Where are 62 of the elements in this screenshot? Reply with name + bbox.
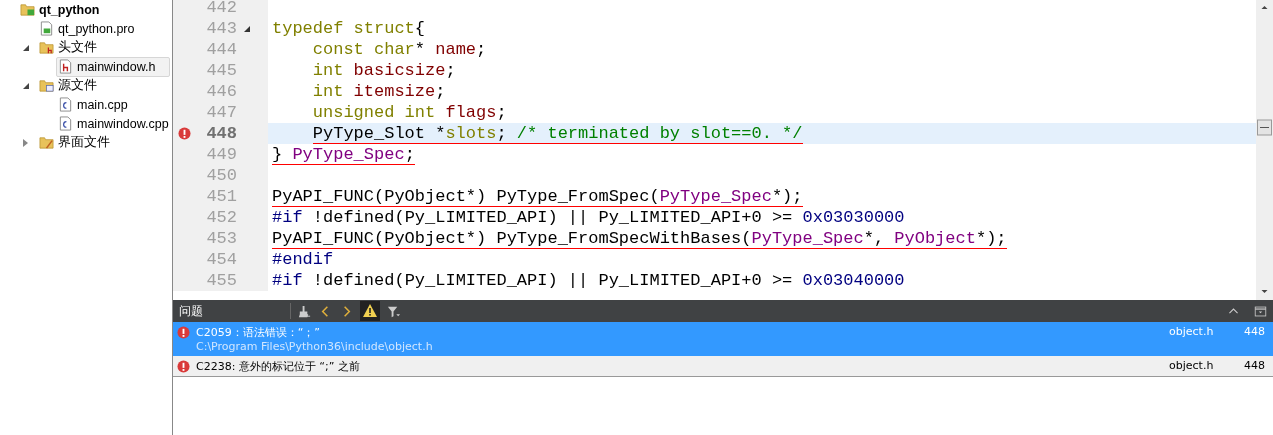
issue-file: object.h <box>1169 325 1215 338</box>
file-icon <box>58 59 73 74</box>
folder-icon <box>20 2 35 17</box>
tree-item[interactable]: 头文件 <box>37 37 170 58</box>
line-number: 447 <box>205 103 237 122</box>
expanded-arrow-icon[interactable] <box>23 44 29 51</box>
panel-title: 问题 <box>179 302 204 320</box>
issue-row[interactable]: C2238: 意外的标记位于 “;” 之前 object.h 448 <box>173 356 1273 377</box>
vertical-scrollbar[interactable] <box>1256 0 1273 300</box>
line-number: 449 <box>205 145 237 164</box>
error-icon <box>177 360 190 373</box>
code-line: const char* name; <box>312 39 487 60</box>
issue-line: 448 <box>1243 359 1265 372</box>
line-number: 455 <box>205 271 237 290</box>
line-number: 451 <box>205 187 237 206</box>
code-line: #endif <box>272 249 334 270</box>
error-icon <box>177 127 191 140</box>
code-line: #if !defined(Py_LIMITED_API) || Py_LIMITED_API+0 >= 0x03040000 <box>272 270 905 291</box>
file-icon <box>58 116 73 131</box>
fold-marker-icon[interactable] <box>244 25 250 32</box>
issue-message: C2238: 意外的标记位于 “;” 之前 <box>196 359 360 374</box>
line-number: 452 <box>205 208 237 227</box>
folder-icon <box>39 78 54 93</box>
code-line: unsigned int flags; <box>312 102 507 123</box>
line-number: 448 <box>205 124 237 143</box>
file-icon <box>39 21 54 36</box>
warning-icon[interactable] <box>360 301 380 321</box>
issue-line: 448 <box>1243 325 1265 338</box>
line-number: 453 <box>205 229 237 248</box>
code-line: int basicsize; <box>312 60 456 81</box>
minimize-panel-icon[interactable] <box>1254 304 1267 318</box>
folder-icon <box>39 135 54 150</box>
tree-item[interactable]: 源文件 <box>37 75 170 96</box>
issue-message: C2059：语法错误：“；” <box>196 325 321 340</box>
tree-item[interactable]: 界面文件 <box>37 132 170 153</box>
line-number: 446 <box>205 82 237 101</box>
expanded-arrow-icon[interactable] <box>23 82 29 89</box>
tree-item[interactable]: qt_python <box>18 0 170 20</box>
clean-brush-icon[interactable] <box>297 303 312 319</box>
issue-file: object.h <box>1169 359 1215 372</box>
line-number: 454 <box>205 250 237 269</box>
code-line: #if !defined(Py_LIMITED_API) || Py_LIMITED_API+0 >= 0x03030000 <box>272 207 905 228</box>
issue-file-path: C:\Program Files\Python36\include\object.h <box>195 340 434 353</box>
line-number: 443 <box>205 19 237 38</box>
line-number: 444 <box>205 40 237 59</box>
code-line: PyAPI_FUNC(PyObject*) PyType_FromSpecWithBases(PyType_Spec*, PyObject*); <box>272 228 1007 249</box>
file-icon <box>58 97 73 112</box>
tree-item[interactable]: mainwindow.cpp <box>56 113 174 134</box>
line-number: 442 <box>205 0 237 17</box>
collapsed-arrow-icon[interactable] <box>23 138 28 147</box>
folder-icon <box>39 40 54 55</box>
tree-item[interactable]: mainwindow.h <box>56 56 170 77</box>
tree-item[interactable]: main.cpp <box>56 94 170 115</box>
line-number: 450 <box>205 166 237 185</box>
code-line: PyType_Slot *slots; /* terminated by slot==0. */ <box>312 123 803 144</box>
error-icon <box>177 326 190 339</box>
line-number: 445 <box>205 61 237 80</box>
code-line: typedef struct{ <box>272 18 426 39</box>
code-line: int itemsize; <box>312 81 446 102</box>
code-line: } PyType_Spec; <box>272 144 415 165</box>
code-line: PyAPI_FUNC(PyObject*) PyType_FromSpec(PyType_Spec*); <box>272 186 803 207</box>
tree-item[interactable]: qt_python.pro <box>37 18 170 39</box>
